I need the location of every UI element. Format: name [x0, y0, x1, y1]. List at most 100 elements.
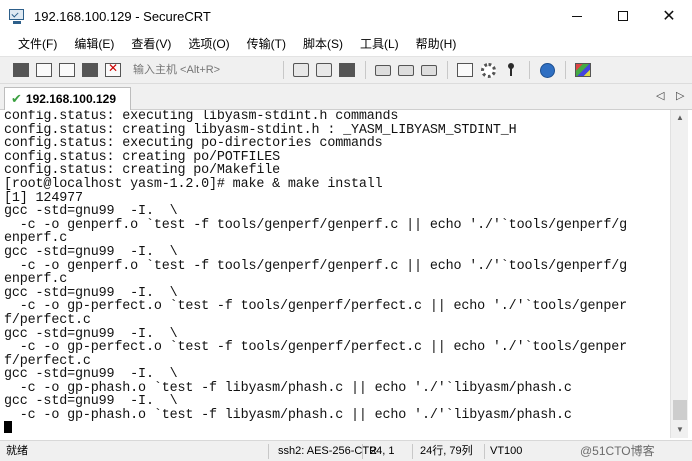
terminal-line: f/perfect.c [4, 353, 91, 369]
copy-button[interactable] [290, 59, 312, 81]
status-cursor-position: 24, 1 [370, 445, 395, 457]
terminal-line: config.status: executing libyasm-stdint.… [4, 110, 399, 124]
menu-tools[interactable]: 工具(L) [352, 32, 408, 56]
terminal-line: [root@localhost yasm-1.2.0]# make & make… [4, 176, 383, 192]
status-divider [268, 444, 269, 459]
status-ready: 就绪 [6, 445, 28, 457]
scroll-thumb[interactable] [673, 400, 687, 420]
toolbar-divider [283, 61, 284, 79]
menu-script[interactable]: 脚本(S) [295, 32, 352, 56]
terminal-line: -c -o gp-perfect.o `test -f tools/genper… [4, 299, 627, 315]
disconnect-button[interactable] [102, 59, 124, 81]
status-divider [412, 444, 413, 459]
status-terminal-size: 24行, 79列 [420, 445, 473, 457]
help-icon [539, 62, 555, 78]
find-button[interactable] [336, 59, 358, 81]
print-setup-button[interactable] [395, 59, 417, 81]
terminal-output[interactable]: config.status: executing libyasm-stdint.… [4, 110, 670, 438]
reconnect-icon [82, 63, 98, 77]
terminal-line: -c -o gp-phash.o `test -f libyasm/phash.… [4, 380, 572, 396]
print-icon [375, 64, 391, 76]
keymap-icon [503, 63, 519, 77]
menu-edit[interactable]: 编辑(E) [66, 32, 123, 56]
disconnect-icon [105, 61, 121, 77]
keymap-button[interactable] [500, 59, 522, 81]
tab-session[interactable]: ✔ 192.168.100.129 [4, 87, 131, 110]
terminal-line: config.status: creating po/Makefile [4, 163, 280, 179]
sftp-button[interactable] [572, 59, 594, 81]
terminal-cursor [4, 421, 12, 434]
minimize-button[interactable] [554, 0, 600, 32]
terminal-line: gcc -std=gnu99 -I. \ [4, 244, 178, 260]
terminal-line: -c -o genperf.o `test -f tools/genperf/g… [4, 258, 627, 274]
status-divider [362, 444, 363, 459]
terminal-line: gcc -std=gnu99 -I. \ [4, 204, 178, 220]
scroll-down-icon[interactable]: ▼ [671, 422, 689, 438]
terminal-line: config.status: executing po-directories … [4, 136, 383, 152]
toolbar-divider [529, 61, 530, 79]
global-options-button[interactable] [477, 59, 499, 81]
status-bar: 就绪 ssh2: AES-256-CTR 24, 1 24行, 79列 VT10… [0, 440, 692, 461]
menu-help[interactable]: 帮助(H) [408, 32, 466, 56]
session-options-button[interactable] [454, 59, 476, 81]
print-button[interactable] [372, 59, 394, 81]
connect-icon [13, 63, 29, 77]
terminal-line: -c -o gp-perfect.o `test -f tools/genper… [4, 340, 627, 356]
session-tab-bar: ✔ 192.168.100.129 ◁ ▷ [0, 84, 692, 110]
terminal-line: -c -o genperf.o `test -f tools/genperf/g… [4, 217, 627, 233]
status-divider [484, 444, 485, 459]
securecrt-app-icon[interactable] [8, 7, 26, 25]
maximize-icon [618, 11, 628, 21]
sftp-icon [575, 63, 591, 77]
status-emulation: VT100 [490, 445, 523, 457]
terminal-line: -c -o gp-phash.o `test -f libyasm/phash.… [4, 408, 572, 424]
connect-tab-icon [59, 63, 75, 77]
toolbar [0, 56, 692, 84]
quick-connect-button[interactable] [33, 59, 55, 81]
vertical-scrollbar[interactable]: ▲ ▼ [670, 110, 688, 438]
paste-button[interactable] [313, 59, 335, 81]
menu-bar: 文件(F) 编辑(E) 查看(V) 选项(O) 传输(T) 脚本(S) 工具(L… [0, 32, 692, 56]
menu-options[interactable]: 选项(O) [180, 32, 238, 56]
reconnect-button[interactable] [79, 59, 101, 81]
terminal-line: enperf.c [4, 272, 68, 288]
minimize-icon [572, 15, 582, 17]
session-options-icon [457, 63, 473, 77]
print-setup-icon [398, 64, 414, 76]
tab-scroll-left-icon[interactable]: ◁ [656, 89, 664, 102]
terminal-line: config.status: creating libyasm-stdint.h… [4, 122, 517, 138]
help-button[interactable] [536, 59, 558, 81]
quick-connect-icon [36, 63, 52, 77]
connect-tab-button[interactable] [56, 59, 78, 81]
watermark: @51CTO博客 [580, 444, 655, 458]
find-icon [339, 63, 355, 77]
toolbar-divider [447, 61, 448, 79]
close-button[interactable]: ✕ [646, 0, 692, 32]
paste-icon [316, 63, 332, 77]
terminal-cursor-line [4, 421, 670, 437]
connect-button[interactable] [10, 59, 32, 81]
quick-connect-input[interactable] [131, 60, 271, 80]
terminal-line: enperf.c [4, 231, 68, 247]
tab-label: 192.168.100.129 [25, 92, 116, 106]
maximize-button[interactable] [600, 0, 646, 32]
print-selection-button[interactable] [418, 59, 440, 81]
tab-scroll-right-icon[interactable]: ▷ [676, 89, 684, 102]
close-icon: ✕ [662, 8, 676, 25]
menu-transfer[interactable]: 传输(T) [239, 32, 295, 56]
terminal-line: config.status: creating po/POTFILES [4, 149, 280, 165]
title-bar: 192.168.100.129 - SecureCRT ✕ [0, 0, 692, 32]
global-options-icon [480, 62, 496, 78]
menu-file[interactable]: 文件(F) [10, 32, 66, 56]
terminal-line: gcc -std=gnu99 -I. \ [4, 394, 178, 410]
terminal-line: gcc -std=gnu99 -I. \ [4, 285, 178, 301]
terminal-line: f/perfect.c [4, 312, 91, 328]
scroll-up-icon[interactable]: ▲ [671, 110, 689, 126]
print-selection-icon [421, 64, 437, 76]
copy-icon [293, 63, 309, 77]
toolbar-divider [365, 61, 366, 79]
menu-view[interactable]: 查看(V) [123, 32, 180, 56]
terminal-line: gcc -std=gnu99 -I. \ [4, 367, 178, 383]
connected-check-icon: ✔ [11, 91, 22, 106]
terminal-line: [1] 124977 [4, 190, 83, 206]
